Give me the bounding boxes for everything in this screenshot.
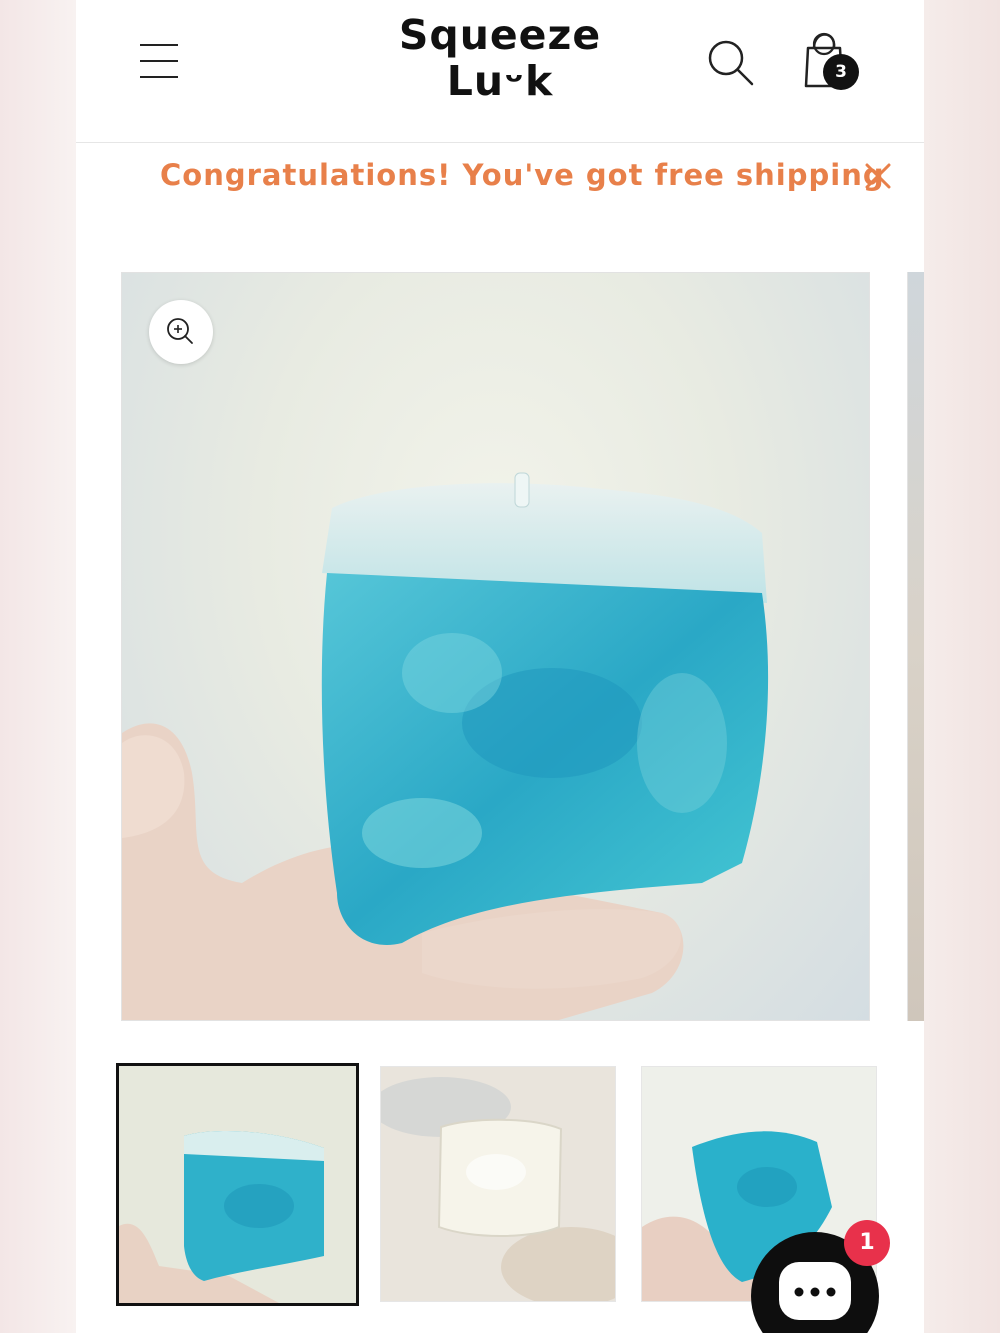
thumbnail-2[interactable]: [380, 1066, 616, 1302]
logo-line-2: Luᵕk: [446, 57, 554, 105]
cart-count-badge: 3: [823, 54, 859, 90]
close-icon[interactable]: [862, 160, 894, 192]
announcement-bar: Congratulations! You've got free shippin…: [76, 150, 924, 206]
hamburger-menu-icon[interactable]: [134, 40, 182, 84]
free-shipping-message: Congratulations! You've got free shippin…: [160, 158, 885, 192]
zoom-in-icon[interactable]: [149, 300, 213, 364]
search-icon[interactable]: [704, 36, 758, 90]
site-header: Squeeze Luᵕk 3: [76, 0, 924, 143]
thumbnail-1[interactable]: [116, 1063, 359, 1306]
next-image-preview[interactable]: [907, 272, 924, 1021]
product-page: Squeeze Luᵕk 3 Congratulations! You've g…: [76, 0, 924, 1333]
main-product-image[interactable]: [121, 272, 870, 1021]
logo-line-1: Squeeze: [398, 11, 602, 59]
store-logo[interactable]: Squeeze Luᵕk: [386, 12, 614, 104]
chat-notification-badge: 1: [844, 1220, 890, 1266]
